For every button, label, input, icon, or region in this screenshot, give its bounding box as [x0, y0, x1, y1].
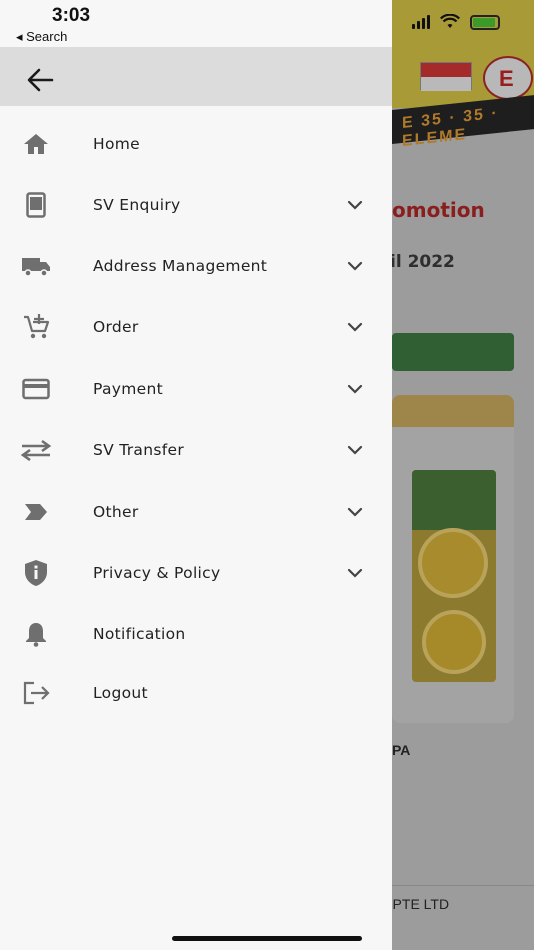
chevron-down-icon[interactable]: [344, 439, 366, 461]
chevron-down-icon[interactable]: [344, 255, 366, 277]
menu-item-sv-transfer[interactable]: SV Transfer: [0, 424, 392, 476]
footer-divider: [392, 885, 534, 886]
menu-item-privacy-policy[interactable]: Privacy & Policy: [0, 547, 392, 599]
product-card[interactable]: [392, 395, 514, 723]
menu-item-notification[interactable]: Notification: [0, 608, 392, 660]
promotion-title: omotion: [392, 198, 485, 222]
chevron-down-icon[interactable]: [344, 316, 366, 338]
status-time: 3:03: [52, 5, 91, 26]
product-image: [412, 470, 496, 682]
back-to-search-link[interactable]: ◂ Search: [16, 29, 67, 45]
shield-info-icon: [20, 557, 52, 589]
battery-icon: [470, 14, 500, 30]
drawer-header: [0, 47, 392, 106]
menu-label-sv-transfer: SV Transfer: [93, 441, 184, 459]
label-tag-icon: [20, 496, 52, 528]
chevron-down-icon[interactable]: [344, 562, 366, 584]
home-icon: [20, 128, 52, 160]
promotion-date: il 2022: [390, 252, 455, 272]
swap-arrows-icon: [20, 434, 52, 466]
menu-label-notification: Notification: [93, 625, 186, 643]
promotion-button[interactable]: [392, 333, 514, 371]
cart-add-icon: [20, 311, 52, 343]
navigation-drawer: 3:03 ◂ Search Home SV Enquiry Address Ma…: [0, 0, 392, 950]
signal-icon: [412, 15, 430, 29]
brand-logo: E: [483, 56, 533, 100]
menu-item-other[interactable]: Other: [0, 486, 392, 538]
singapore-flag-icon[interactable]: [420, 62, 472, 91]
menu-item-payment[interactable]: Payment: [0, 363, 392, 415]
menu-item-order[interactable]: Order: [0, 301, 392, 353]
tablet-icon: [20, 189, 52, 221]
product-name: PA: [392, 742, 411, 758]
menu-label-logout: Logout: [93, 684, 148, 702]
product-card-header: [392, 395, 514, 427]
menu-label-address-management: Address Management: [93, 257, 268, 275]
menu-label-other: Other: [93, 503, 139, 521]
menu-item-logout[interactable]: Logout: [0, 667, 392, 719]
chevron-down-icon[interactable]: [344, 194, 366, 216]
truck-icon: [20, 250, 52, 282]
chevron-down-icon[interactable]: [344, 501, 366, 523]
credit-card-icon: [20, 373, 52, 405]
home-indicator[interactable]: [172, 936, 362, 941]
arrow-left-icon[interactable]: [22, 62, 58, 98]
menu-item-home[interactable]: Home: [0, 118, 392, 170]
status-icons: [412, 14, 500, 30]
menu-label-sv-enquiry: SV Enquiry: [93, 196, 181, 214]
logout-icon: [20, 677, 52, 709]
menu-label-home: Home: [93, 135, 140, 153]
menu-label-privacy-policy: Privacy & Policy: [93, 564, 221, 582]
menu-label-order: Order: [93, 318, 139, 336]
menu-item-address-management[interactable]: Address Management: [0, 240, 392, 292]
chevron-down-icon[interactable]: [344, 378, 366, 400]
bell-icon: [20, 618, 52, 650]
wifi-icon: [440, 14, 460, 28]
footer-company: ) PTE LTD: [384, 896, 450, 912]
menu-label-payment: Payment: [93, 380, 163, 398]
menu-item-sv-enquiry[interactable]: SV Enquiry: [0, 179, 392, 231]
